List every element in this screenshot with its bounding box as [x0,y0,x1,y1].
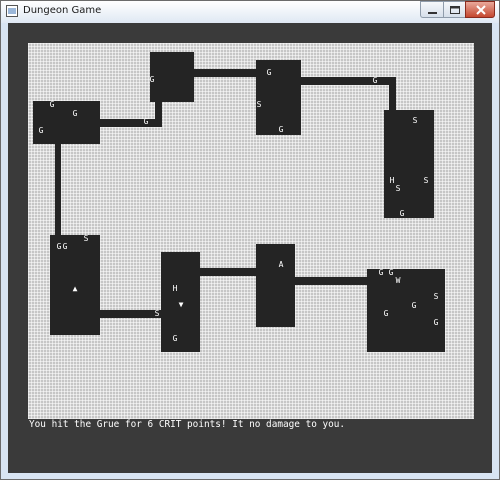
gold-item: G [38,126,44,135]
title-bar[interactable]: Dungeon Game [1,1,499,23]
room [256,244,295,327]
corridor [55,144,61,235]
game-window: Dungeon Game G G G G G G S G G S H S S G… [0,0,500,480]
corridor [301,77,395,85]
gold-item: G [383,309,389,318]
room [256,60,301,135]
corridor [295,277,367,285]
gold-item: G [372,76,378,85]
room [367,269,445,352]
gold-item: G [143,117,149,126]
serpent-enemy: S [154,309,160,318]
player-character: ▲ [72,284,78,293]
gold-item: G [378,268,384,277]
gold-item: G [72,109,78,118]
gold-item: G [62,242,68,251]
health-potion: H [172,284,178,293]
serpent-enemy: S [256,100,262,109]
serpent-enemy: S [412,116,418,125]
minimize-button[interactable] [420,1,443,18]
serpent-enemy: S [423,176,429,185]
room [384,110,434,218]
close-button[interactable] [465,1,495,18]
serpent-enemy: S [433,292,439,301]
corridor [389,77,396,110]
gold-item: G [266,68,272,77]
gold-item: G [278,125,284,134]
corridor [200,268,256,276]
maximize-icon [450,6,460,14]
gold-item: G [399,209,405,218]
window-title: Dungeon Game [23,5,102,16]
gold-item: G [172,334,178,343]
combat-message: You hit the Grue for 6 CRIT points! It n… [29,419,346,430]
game-viewport: G G G G G G S G G S H S S G G G S ▲ S H … [8,23,492,473]
minimize-icon [428,12,437,14]
room [33,101,100,144]
serpent-enemy: S [395,184,401,193]
serpent-enemy: S [83,234,89,243]
armor-item: A [278,260,284,269]
gold-item: G [49,100,55,109]
weapon-item: W [395,276,401,285]
stairs-down: ▼ [178,300,184,309]
corridor [194,69,256,77]
gold-item: G [411,301,417,310]
maximize-button[interactable] [443,1,465,18]
gold-item: G [433,318,439,327]
gold-item: G [149,75,155,84]
close-icon [476,5,486,15]
dungeon-map[interactable]: G G G G G G S G G S H S S G G G S ▲ S H … [28,43,474,419]
corridor [155,102,162,127]
app-icon [6,5,18,17]
